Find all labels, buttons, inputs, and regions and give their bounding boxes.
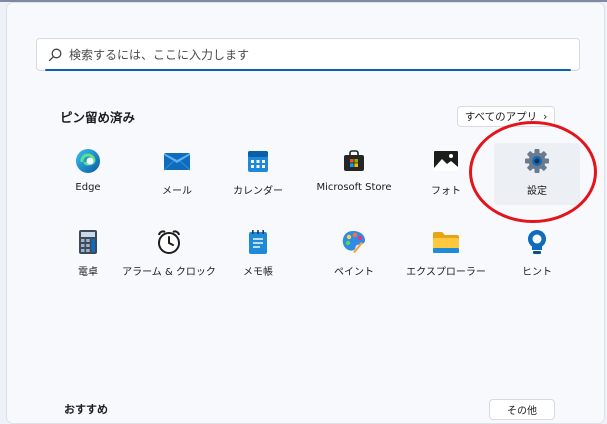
app-label: アラーム & クロック <box>122 267 216 278</box>
app-tips[interactable]: ヒント <box>494 224 580 286</box>
calculator-icon <box>74 228 102 256</box>
search-input[interactable] <box>69 45 569 65</box>
app-label: エクスプローラー <box>406 267 486 278</box>
app-paint[interactable]: ペイント <box>311 224 397 286</box>
chevron-right-icon: › <box>543 110 548 123</box>
app-label: 設定 <box>527 186 547 197</box>
recommended-section-title: おすすめ <box>64 403 108 416</box>
pinned-section-title: ピン留め済み <box>60 110 136 125</box>
folder-icon <box>432 228 460 256</box>
mail-icon <box>163 147 191 175</box>
app-label: フォト <box>431 186 461 197</box>
calendar-icon <box>244 147 272 175</box>
app-microsoft-store[interactable]: Microsoft Store <box>311 143 397 205</box>
tips-icon <box>523 228 551 256</box>
all-apps-label: すべてのアプリ <box>464 111 538 123</box>
photos-icon <box>432 147 460 175</box>
store-icon <box>340 147 368 175</box>
paint-icon <box>340 228 368 256</box>
app-settings[interactable]: 設定 <box>494 143 580 205</box>
app-calendar[interactable]: カレンダー <box>215 143 301 205</box>
app-calculator[interactable]: 電卓 <box>45 224 131 286</box>
app-alarm-clock[interactable]: アラーム & クロック <box>122 224 216 286</box>
more-button[interactable]: その他 <box>489 399 555 420</box>
app-label: カレンダー <box>233 186 283 197</box>
alarm-clock-icon <box>155 228 183 256</box>
app-label: ヒント <box>522 267 552 278</box>
all-apps-button[interactable]: すべてのアプリ › <box>457 106 555 127</box>
app-label: メモ帳 <box>243 267 273 278</box>
app-label: ペイント <box>334 267 374 278</box>
notepad-icon <box>244 228 272 256</box>
app-label: Microsoft Store <box>316 182 392 193</box>
search-box[interactable] <box>36 38 580 71</box>
gear-icon <box>523 147 551 175</box>
app-edge[interactable]: Edge <box>45 143 131 205</box>
search-icon <box>48 48 62 62</box>
app-label: Edge <box>75 182 101 193</box>
app-notepad[interactable]: メモ帳 <box>215 224 301 286</box>
app-label: メール <box>162 186 192 197</box>
app-mail[interactable]: メール <box>134 143 220 205</box>
app-photos[interactable]: フォト <box>403 143 489 205</box>
app-label: 電卓 <box>78 267 98 278</box>
edge-icon <box>74 147 102 175</box>
app-file-explorer[interactable]: エクスプローラー <box>403 224 489 286</box>
